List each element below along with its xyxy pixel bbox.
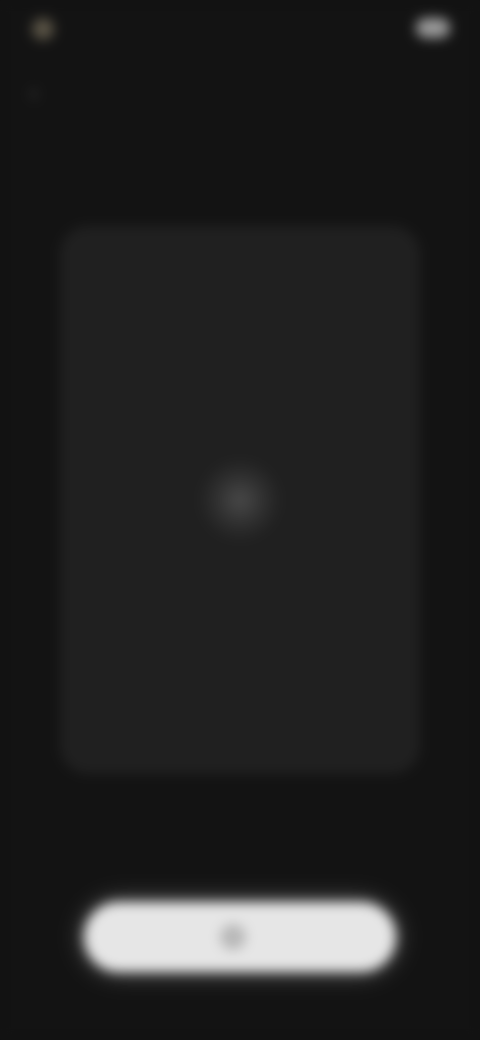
status-left [32,18,62,40]
header: ‹ [0,62,480,122]
action-icon [220,924,246,950]
notification-icon [32,18,54,40]
battery-icon [416,18,450,38]
primary-action-button[interactable] [84,902,396,972]
back-button[interactable]: ‹ [20,78,48,106]
preview-card [60,226,420,774]
chevron-left-icon: ‹ [29,77,39,107]
app-screen: ‹ [0,0,480,1040]
status-bar [0,0,480,60]
spinner-icon [200,460,280,540]
status-right [406,18,450,38]
